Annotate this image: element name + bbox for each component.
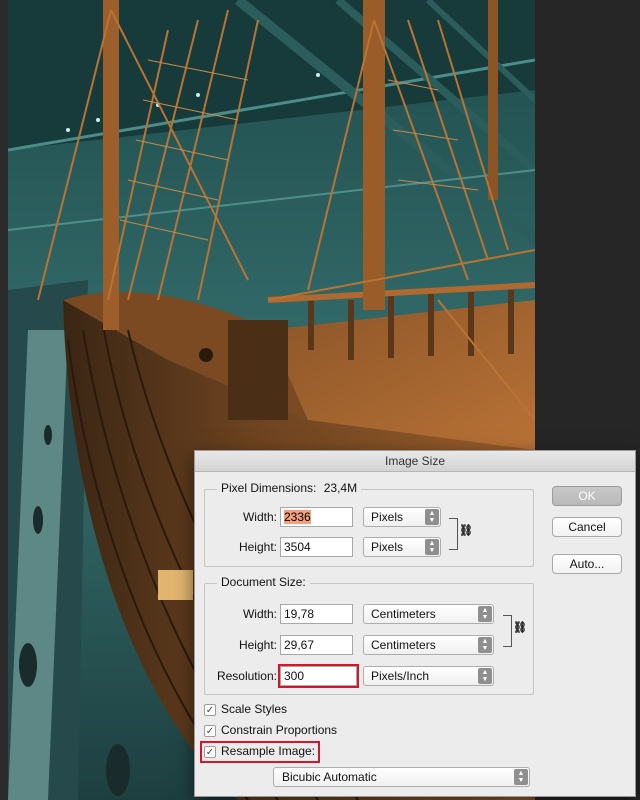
up-down-arrows-icon: ▲ ▼ — [425, 509, 439, 525]
pixel-dimensions-group: Pixel Dimensions: 23,4M Width: 2336 Pixe… — [204, 481, 534, 567]
resolution-unit: Pixels/Inch — [371, 669, 430, 683]
doc-height-field[interactable]: 29,67 — [280, 635, 353, 655]
pixel-link-bracket — [449, 518, 458, 550]
up-down-arrows-icon: ▲ ▼ — [478, 637, 492, 653]
pixel-width-value: 2336 — [284, 510, 311, 524]
pixel-width-field[interactable]: 2336 — [280, 507, 353, 527]
pixel-width-unit-select[interactable]: Pixels ▲ ▼ — [363, 507, 441, 527]
doc-height-unit: Centimeters — [371, 638, 436, 652]
resolution-unit-select[interactable]: Pixels/Inch ▲ ▼ — [363, 666, 494, 686]
pixel-height-unit: Pixels — [371, 540, 404, 554]
constrain-proportions-option[interactable]: ✓ Constrain Proportions — [204, 722, 337, 740]
up-down-arrows-icon: ▲ ▼ — [478, 606, 492, 622]
constrain-proportions-checkbox[interactable]: ✓ — [204, 724, 216, 737]
document-size-title: Document Size: — [217, 575, 310, 589]
doc-width-label: Width: — [242, 607, 277, 621]
resolution-value: 300 — [284, 669, 305, 683]
doc-link-bracket — [503, 615, 512, 647]
doc-width-field[interactable]: 19,78 — [280, 604, 353, 624]
pixel-height-value: 3504 — [284, 540, 311, 554]
pixel-height-label: Height: — [238, 540, 277, 554]
auto-button[interactable]: Auto... — [552, 554, 622, 574]
pixel-height-field[interactable]: 3504 — [280, 537, 353, 557]
pixel-width-label: Width: — [242, 510, 277, 524]
up-down-arrows-icon: ▲ ▼ — [425, 539, 439, 555]
resample-image-label: Resample Image: — [221, 744, 316, 758]
scale-styles-option[interactable]: ✓ Scale Styles — [204, 701, 287, 719]
doc-height-label: Height: — [238, 638, 277, 652]
chain-link-icon[interactable]: ⛓ — [513, 621, 527, 634]
resolution-label: Resolution: — [216, 669, 277, 683]
doc-height-unit-select[interactable]: Centimeters ▲ ▼ — [363, 635, 494, 655]
cancel-button[interactable]: Cancel — [552, 517, 622, 537]
scale-styles-label: Scale Styles — [221, 702, 288, 716]
scale-styles-checkbox[interactable]: ✓ — [204, 703, 216, 716]
pixel-height-unit-select[interactable]: Pixels ▲ ▼ — [363, 537, 441, 557]
doc-width-unit-select[interactable]: Centimeters ▲ ▼ — [363, 604, 494, 624]
pixel-dimensions-size: 23,4M — [323, 481, 358, 495]
doc-height-value: 29,67 — [284, 638, 315, 652]
document-size-group: Document Size: Width: 19,78 Centimeters … — [204, 575, 534, 695]
dialog-title: Image Size — [195, 451, 635, 472]
pixel-dimensions-label: Pixel Dimensions: — [221, 481, 317, 495]
chain-link-icon[interactable]: ⛓ — [459, 524, 473, 537]
resolution-field[interactable]: 300 — [278, 664, 359, 688]
pixel-dimensions-title: Pixel Dimensions: 23,4M — [217, 481, 362, 495]
constrain-proportions-label: Constrain Proportions — [221, 723, 338, 737]
resample-image-checkbox[interactable]: ✓ — [204, 745, 216, 758]
up-down-arrows-icon: ▲ ▼ — [478, 668, 492, 684]
pixel-width-unit: Pixels — [371, 510, 404, 524]
resample-image-option[interactable]: ✓ Resample Image: — [199, 741, 321, 763]
resample-method: Bicubic Automatic — [282, 770, 377, 784]
ok-button[interactable]: OK — [552, 486, 622, 506]
doc-width-unit: Centimeters — [371, 607, 436, 621]
image-size-dialog: Image Size Pixel Dimensions: 23,4M Width… — [194, 450, 636, 797]
up-down-arrows-icon: ▲ ▼ — [514, 769, 528, 785]
doc-width-value: 19,78 — [284, 607, 315, 621]
resample-method-select[interactable]: Bicubic Automatic ▲ ▼ — [273, 767, 530, 787]
